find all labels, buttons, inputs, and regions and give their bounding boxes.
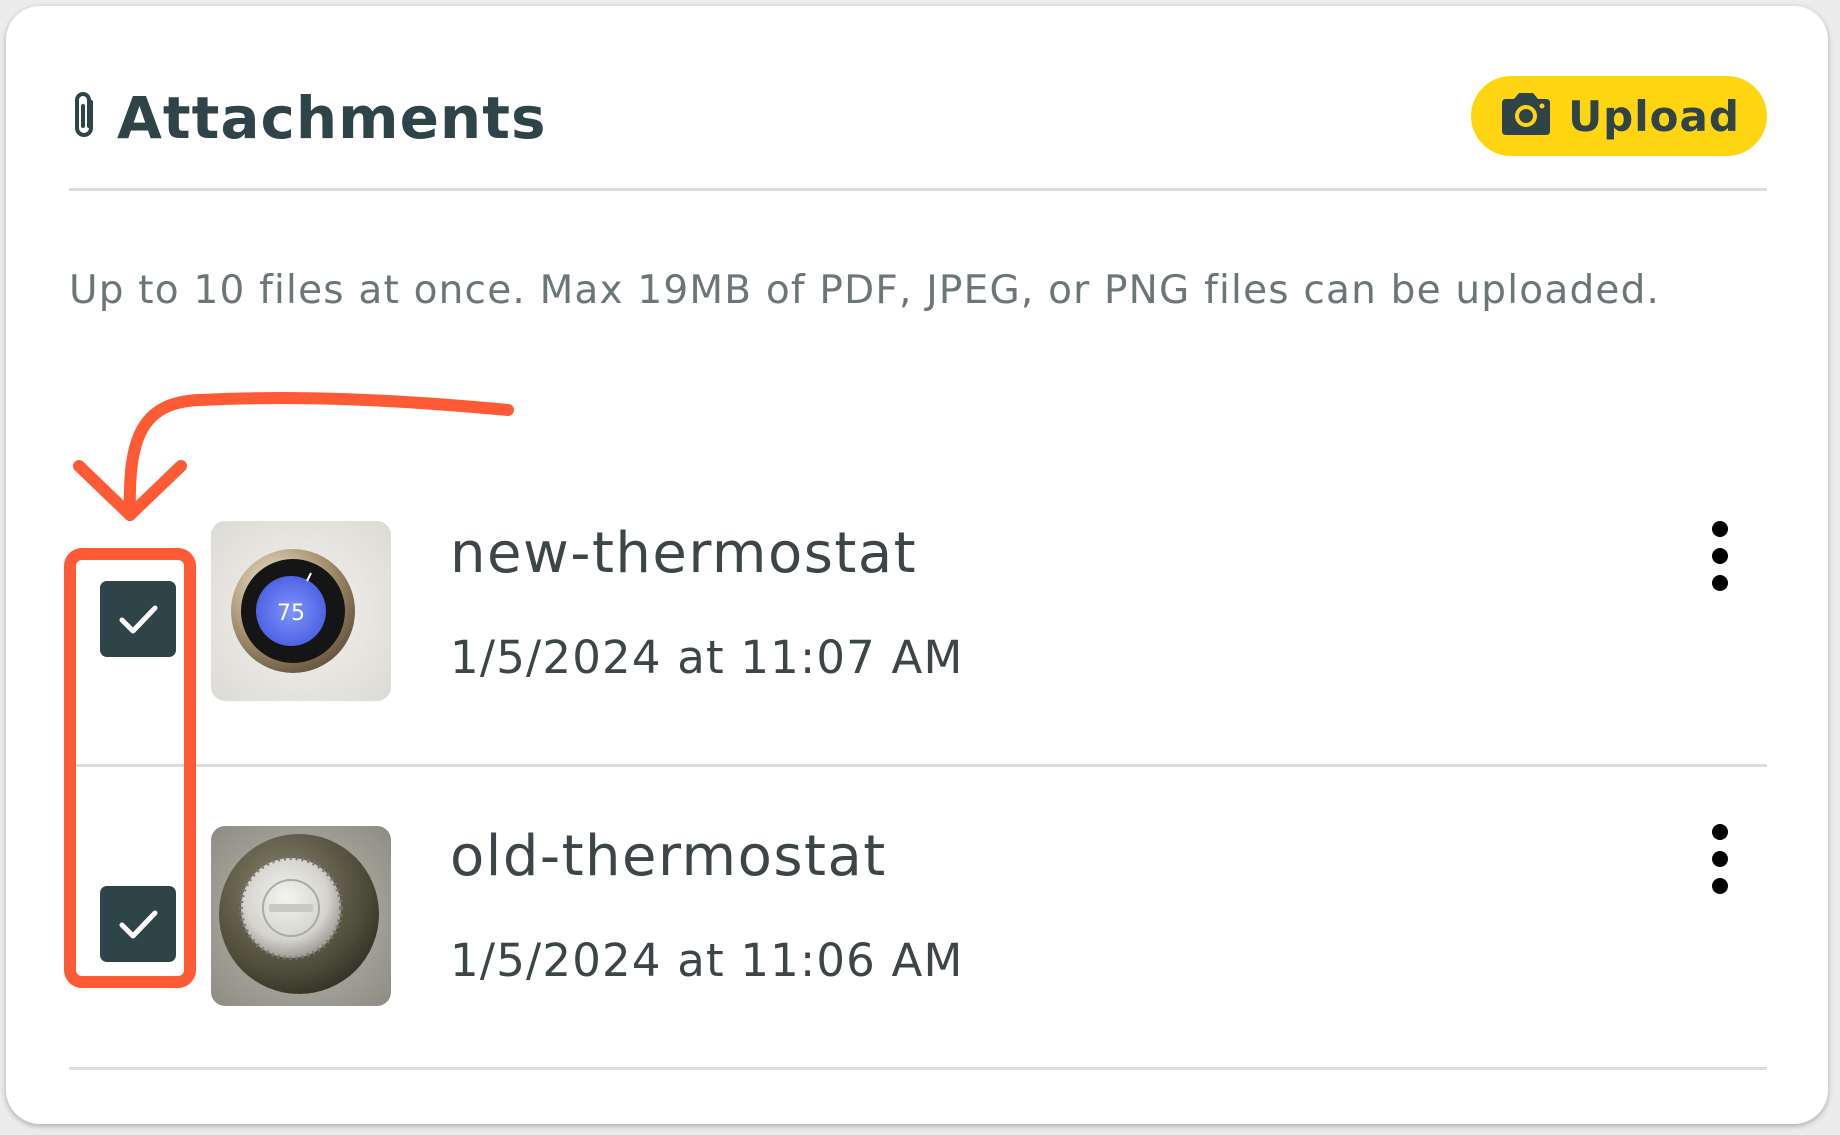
- checkmark-icon: [119, 605, 158, 634]
- attachment-row: old-thermostat 1/5/2024 at 11:06 AM: [69, 764, 1767, 1070]
- attachment-checkbox[interactable]: [100, 581, 176, 657]
- camera-icon: [1498, 91, 1568, 141]
- attachment-row: 75 new-thermostat 1/5/2024 at 11:07 AM: [69, 461, 1767, 767]
- upload-button[interactable]: Upload: [1471, 76, 1767, 156]
- attachment-thumbnail[interactable]: [211, 826, 391, 1006]
- attachment-date: 1/5/2024 at 11:06 AM: [450, 934, 964, 987]
- upload-helper-text: Up to 10 files at once. Max 19MB of PDF,…: [69, 268, 1661, 313]
- attachment-date: 1/5/2024 at 11:07 AM: [450, 631, 964, 684]
- upload-button-label: Upload: [1568, 91, 1740, 141]
- thermostat-display-text: 75: [277, 601, 305, 626]
- title-group: Attachments: [69, 84, 546, 152]
- attachment-checkbox[interactable]: [100, 886, 176, 962]
- more-vertical-icon[interactable]: [1705, 516, 1735, 596]
- more-vertical-icon[interactable]: [1705, 819, 1735, 899]
- attachment-name[interactable]: new-thermostat: [450, 521, 917, 586]
- page: Attachments Upload Up to 10 files at onc…: [0, 0, 1840, 1135]
- paperclip-icon: [69, 90, 117, 146]
- attachment-thumbnail[interactable]: 75: [211, 521, 391, 701]
- attachments-card: Attachments Upload Up to 10 files at onc…: [6, 6, 1828, 1124]
- attachment-name[interactable]: old-thermostat: [450, 824, 887, 889]
- attachments-header: Attachments Upload: [69, 64, 1767, 191]
- page-title: Attachments: [117, 84, 547, 152]
- checkmark-icon: [119, 910, 158, 939]
